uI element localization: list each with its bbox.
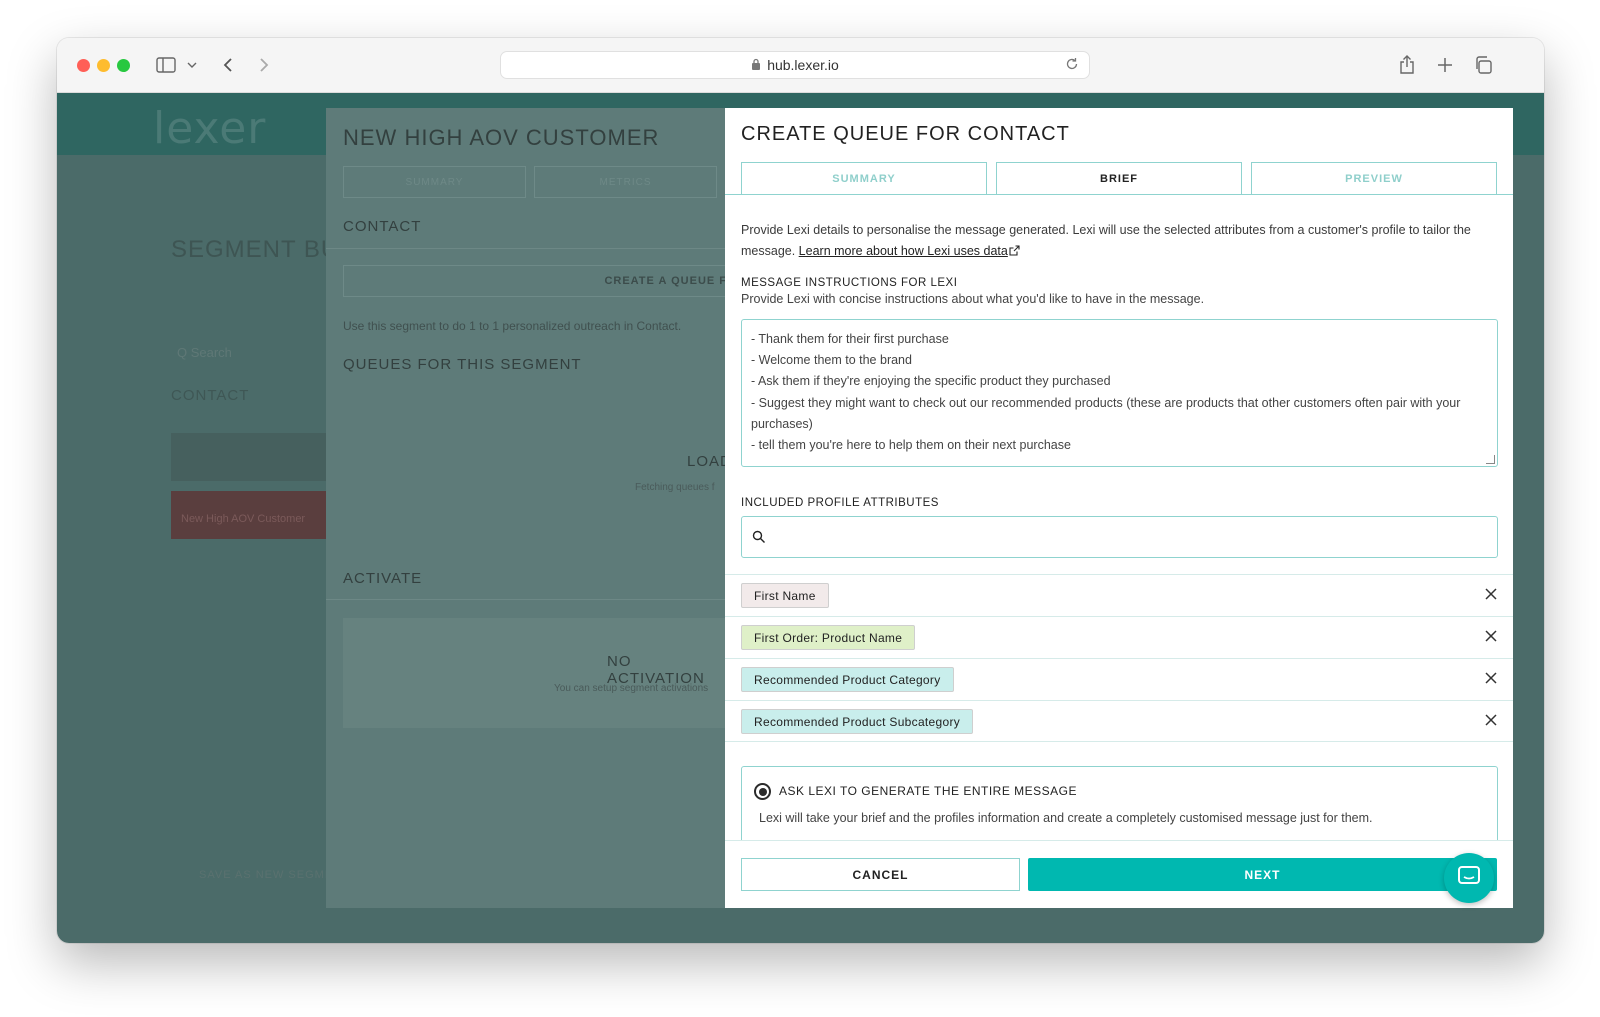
next-button[interactable]: NEXT <box>1028 858 1497 891</box>
instruction-line: - Thank them for their first purchase <box>751 332 949 346</box>
attribute-row: First Name <box>725 574 1513 616</box>
drawer-tab-summary: SUMMARY <box>343 166 526 198</box>
instruction-line: - Suggest they might want to check out o… <box>751 395 1461 431</box>
drawer-contact-heading: CONTACT <box>343 218 422 235</box>
tab-brief[interactable]: BRIEF <box>996 162 1242 195</box>
new-tab-icon[interactable] <box>1435 52 1455 78</box>
segment-builder-title: SEGMENT BU <box>171 236 340 263</box>
generate-entire-label: ASK LEXI TO GENERATE THE ENTIRE MESSAGE <box>779 784 1078 798</box>
fetching-text: Fetching queues f <box>635 482 715 493</box>
tab-overview-icon[interactable] <box>1473 52 1493 78</box>
create-queue-button: CREATE A QUEUE F <box>343 265 743 297</box>
activate-heading: ACTIVATE <box>343 570 423 587</box>
instructions-textarea[interactable]: - Thank them for their first purchase - … <box>741 319 1498 467</box>
generate-option-card[interactable]: ASK LEXI TO GENERATE THE ENTIRE MESSAGE … <box>741 766 1498 846</box>
modal-tabs: SUMMARY BRIEF PREVIEW <box>741 162 1497 195</box>
close-window-button[interactable] <box>77 59 90 72</box>
attribute-chip-recommended-product-category: Recommended Product Category <box>741 667 954 692</box>
divider <box>326 248 726 249</box>
cancel-button[interactable]: CANCEL <box>741 858 1020 891</box>
minimize-window-button[interactable] <box>97 59 110 72</box>
modal-footer: CANCEL NEXT <box>725 840 1513 908</box>
background-search: Q Search <box>177 345 232 360</box>
remove-attribute-icon[interactable] <box>1484 587 1500 603</box>
background-contact-heading: CONTACT <box>171 387 250 404</box>
drawer-tab-metrics: METRICS <box>534 166 717 198</box>
attributes-label: INCLUDED PROFILE ATTRIBUTES <box>741 497 939 509</box>
background-card-selected: New High AOV Customer <box>171 491 326 539</box>
attribute-row: Recommended Product Subcategory <box>725 700 1513 742</box>
attribute-chip-recommended-product-subcategory: Recommended Product Subcategory <box>741 709 974 734</box>
attribute-row: Recommended Product Category <box>725 658 1513 700</box>
browser-window: hub.lexer.io lexer SEGMENT BU Q Search C… <box>57 38 1544 943</box>
share-icon[interactable] <box>1397 52 1417 78</box>
remove-attribute-icon[interactable] <box>1484 713 1500 729</box>
address-bar[interactable]: hub.lexer.io <box>500 51 1090 79</box>
external-link-icon[interactable] <box>1008 244 1020 258</box>
drawer-description: Use this segment to do 1 to 1 personaliz… <box>343 319 682 333</box>
lock-icon <box>751 57 761 73</box>
attribute-row: First Order: Product Name <box>725 616 1513 658</box>
tab-preview[interactable]: PREVIEW <box>1251 162 1497 195</box>
page-content: lexer SEGMENT BU Q Search CONTACT New Hi… <box>57 93 1544 943</box>
generate-entire-description: Lexi will take your brief and the profil… <box>759 811 1373 825</box>
search-icon <box>752 530 768 546</box>
no-activations-subtitle: You can setup segment activations <box>554 683 709 694</box>
instruction-line: - Welcome them to the brand <box>751 353 912 368</box>
chat-icon <box>1457 865 1481 892</box>
generate-entire-radio[interactable] <box>754 783 771 800</box>
zoom-window-button[interactable] <box>117 59 130 72</box>
segment-title: NEW HIGH AOV CUSTOMER <box>343 125 660 150</box>
browser-toolbar: hub.lexer.io <box>57 38 1544 93</box>
instructions-label: MESSAGE INSTRUCTIONS FOR LEXI <box>741 277 958 289</box>
instructions-sublabel: Provide Lexi with concise instructions a… <box>741 292 1205 306</box>
chat-widget-button[interactable] <box>1444 853 1494 903</box>
instruction-line: - Ask them if they're enjoying the speci… <box>751 374 1111 389</box>
remove-attribute-icon[interactable] <box>1484 671 1500 687</box>
attribute-chip-first-order-product-name: First Order: Product Name <box>741 625 916 650</box>
attribute-search-input[interactable] <box>741 516 1498 558</box>
tabs-divider <box>725 194 1513 195</box>
divider <box>326 599 726 600</box>
brief-intro: Provide Lexi details to personalise the … <box>741 220 1481 262</box>
create-queue-modal: CREATE QUEUE FOR CONTACT SUMMARY BRIEF P… <box>725 108 1513 908</box>
back-arrow-icon[interactable] <box>219 52 237 78</box>
sidebar-toggle-icon[interactable] <box>155 52 177 78</box>
queues-heading: QUEUES FOR THIS SEGMENT <box>343 356 582 373</box>
reload-icon[interactable] <box>1065 57 1079 75</box>
learn-more-link[interactable]: Learn more about how Lexi uses data <box>799 244 1008 258</box>
radio-dot <box>758 787 767 796</box>
tab-summary[interactable]: SUMMARY <box>741 162 987 195</box>
forward-arrow-icon[interactable] <box>255 52 273 78</box>
resize-handle[interactable] <box>1486 455 1495 464</box>
url-text: hub.lexer.io <box>767 57 839 73</box>
lexer-logo: lexer <box>153 103 267 154</box>
attribute-chip-first-name: First Name <box>741 583 829 608</box>
instruction-line: - tell them you're here to help them on … <box>751 438 1071 453</box>
remove-attribute-icon[interactable] <box>1484 629 1500 645</box>
chevron-down-icon[interactable] <box>185 52 199 78</box>
modal-title: CREATE QUEUE FOR CONTACT <box>741 123 1070 145</box>
segment-drawer: NEW HIGH AOV CUSTOMER SUMMARY METRICS CO… <box>326 108 743 908</box>
background-card <box>171 433 326 481</box>
no-activations-title: NO ACTIVATION <box>607 653 705 687</box>
